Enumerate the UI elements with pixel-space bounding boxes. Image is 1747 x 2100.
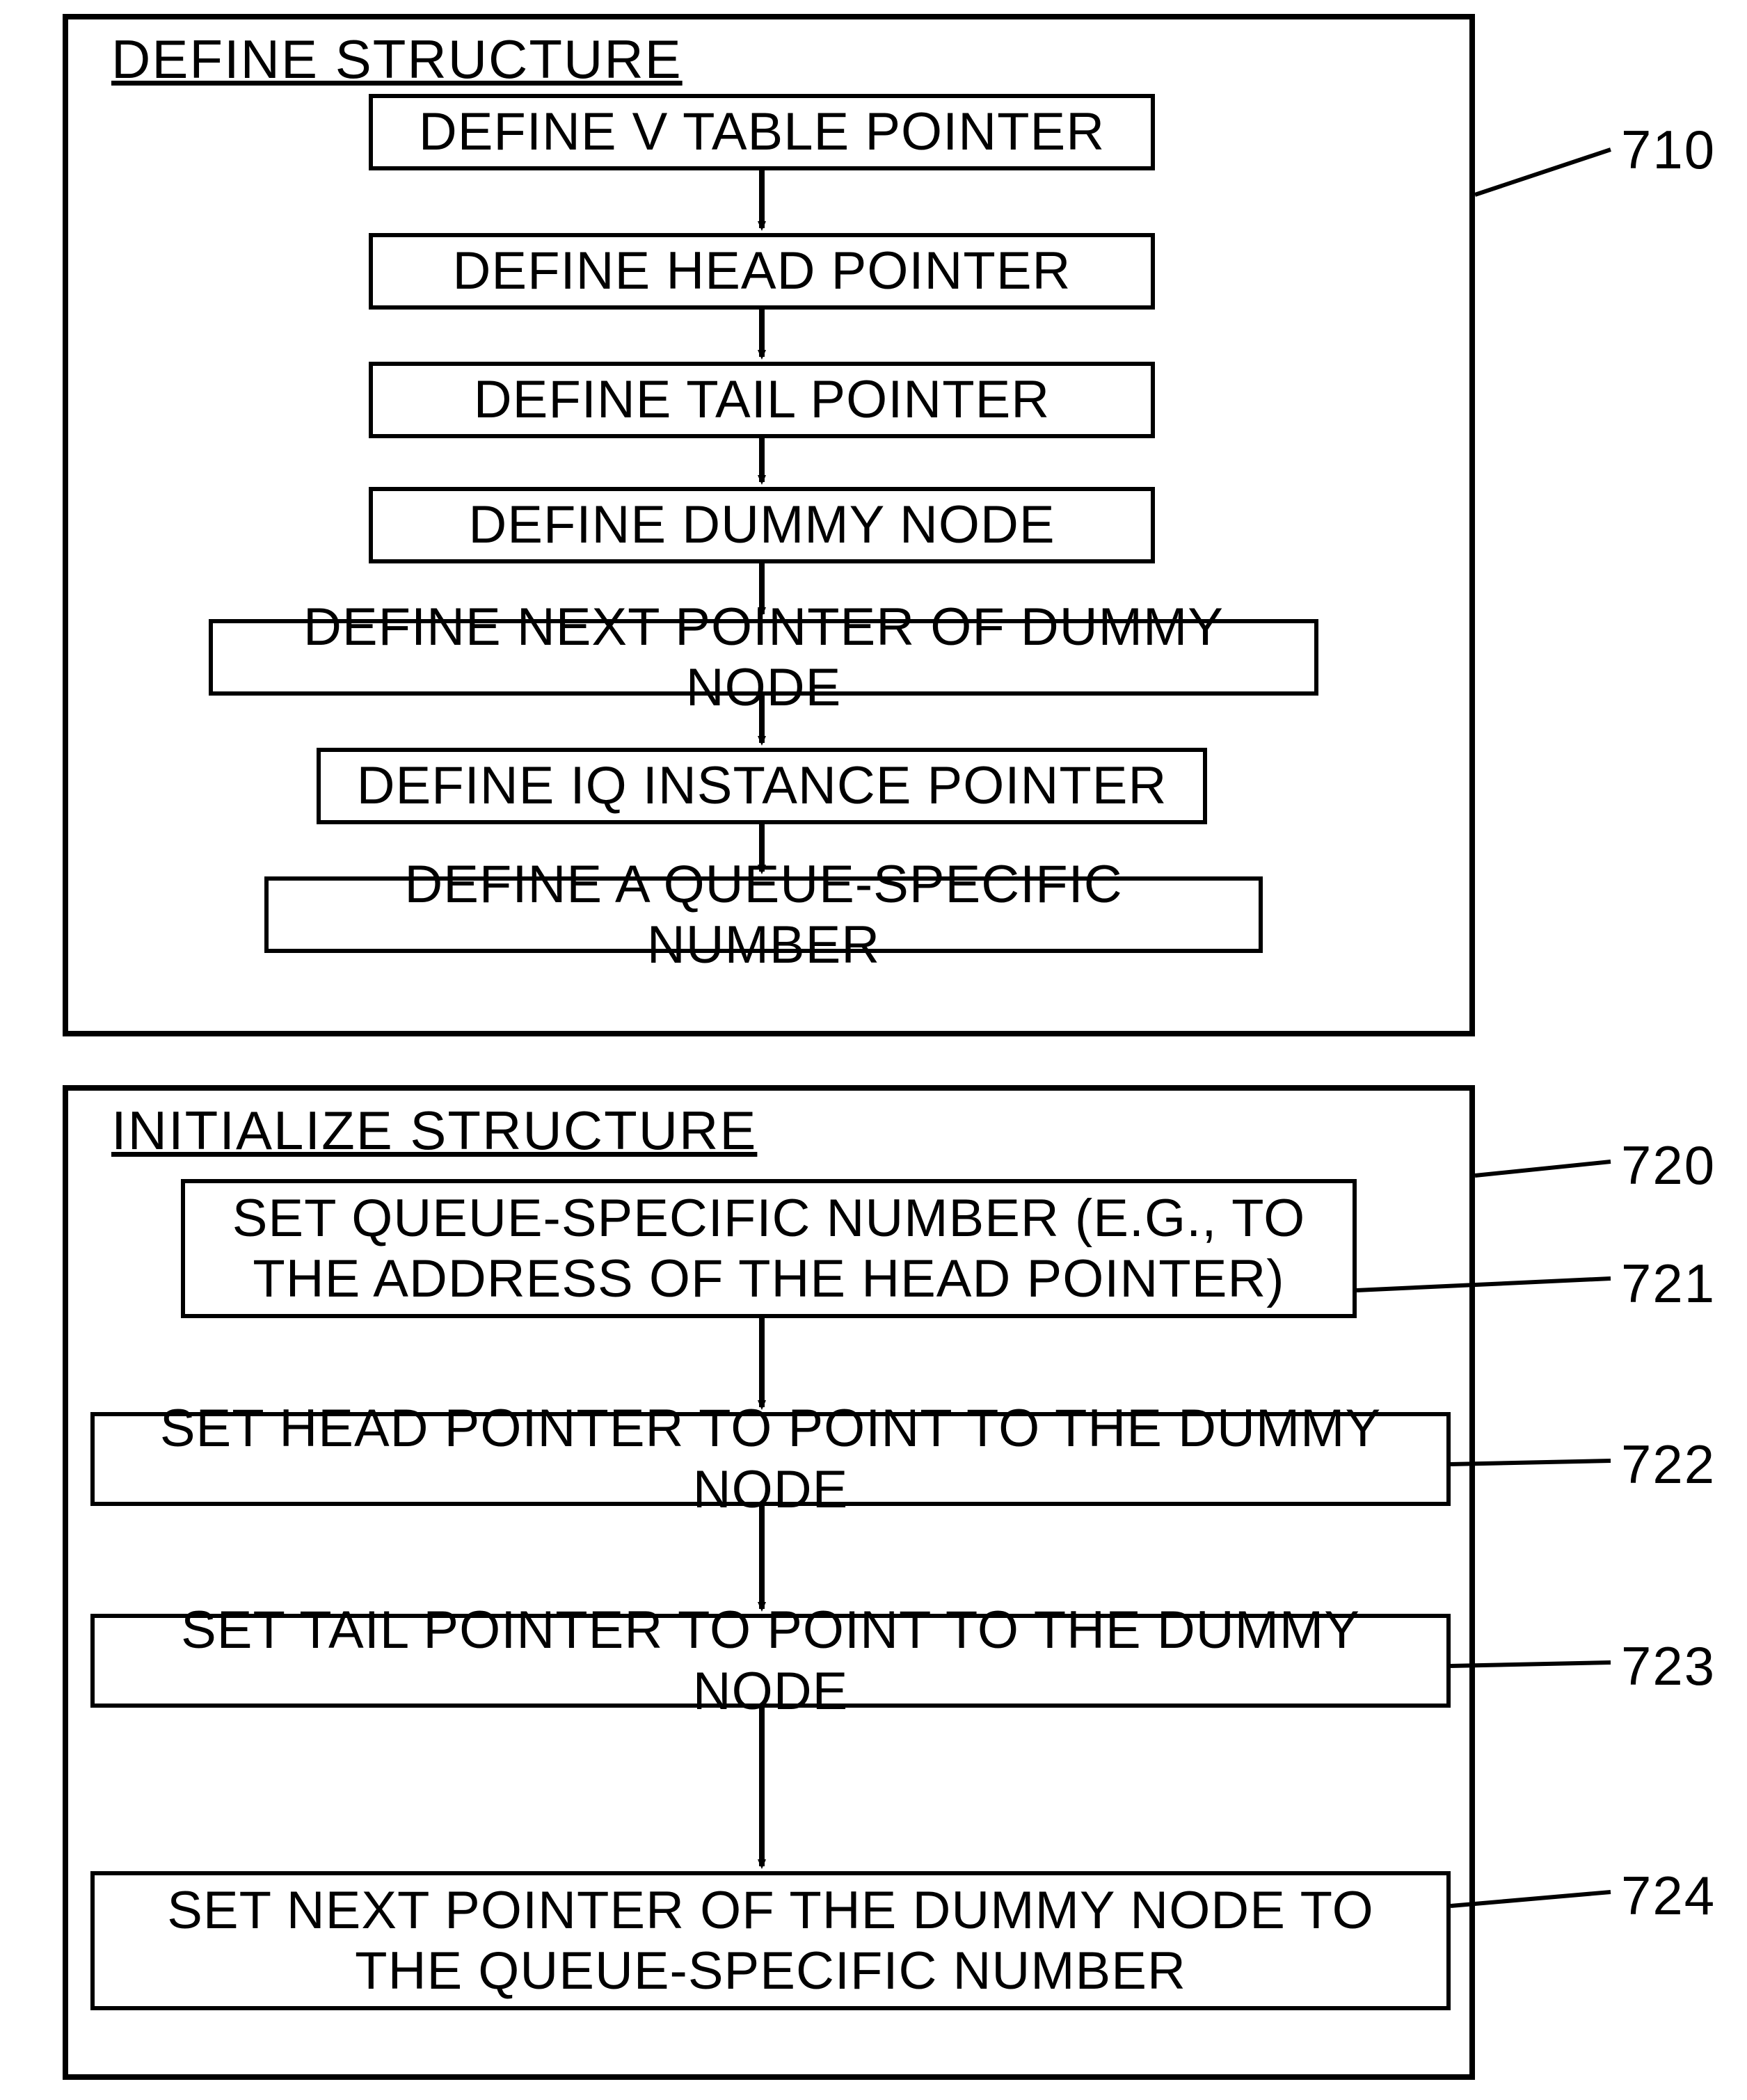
step-define-iq-instance-pointer: DEFINE IQ INSTANCE POINTER <box>317 748 1207 824</box>
step-define-v-table-pointer: DEFINE V TABLE POINTER <box>369 94 1155 170</box>
panel1-title: DEFINE STRUCTURE <box>111 28 683 91</box>
step-set-queue-specific-number: SET QUEUE-SPECIFIC NUMBER (E.G., TO THE … <box>181 1179 1357 1318</box>
callout-710: 710 <box>1621 118 1716 182</box>
page: DEFINE STRUCTURE DEFINE V TABLE POINTER … <box>0 0 1747 2100</box>
callout-720: 720 <box>1621 1134 1716 1197</box>
step-set-next-pointer-dummy: SET NEXT POINTER OF THE DUMMY NODE TO TH… <box>90 1871 1451 2010</box>
callout-721: 721 <box>1621 1252 1716 1315</box>
panel2-title: INITIALIZE STRUCTURE <box>111 1099 757 1162</box>
step-define-head-pointer: DEFINE HEAD POINTER <box>369 233 1155 310</box>
callout-723: 723 <box>1621 1635 1716 1698</box>
step-define-dummy-node: DEFINE DUMMY NODE <box>369 487 1155 563</box>
step-set-tail-pointer: SET TAIL POINTER TO POINT TO THE DUMMY N… <box>90 1614 1451 1708</box>
step-define-queue-specific-number: DEFINE A QUEUE-SPECIFIC NUMBER <box>264 876 1263 953</box>
step-define-next-pointer-dummy: DEFINE NEXT POINTER OF DUMMY NODE <box>209 619 1318 696</box>
callout-722: 722 <box>1621 1433 1716 1496</box>
step-set-head-pointer: SET HEAD POINTER TO POINT TO THE DUMMY N… <box>90 1412 1451 1506</box>
callout-724: 724 <box>1621 1864 1716 1927</box>
step-define-tail-pointer: DEFINE TAIL POINTER <box>369 362 1155 438</box>
